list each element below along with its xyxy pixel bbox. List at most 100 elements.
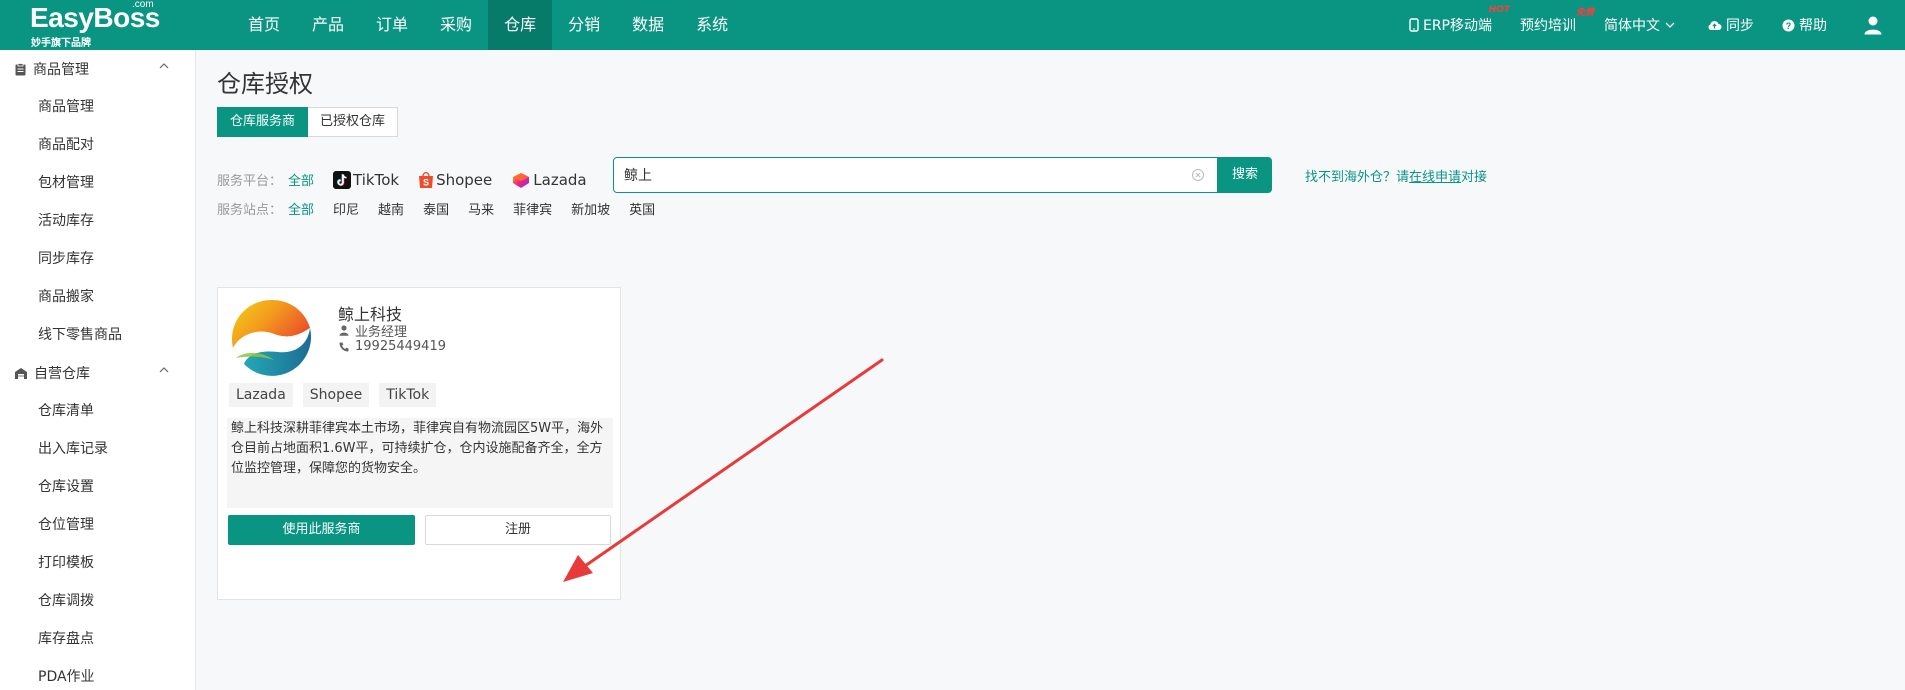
svg-text:S: S [423, 177, 429, 187]
sidebar-item-print-template[interactable]: 打印模板 [0, 544, 195, 582]
sidebar-item-packaging[interactable]: 包材管理 [0, 164, 195, 202]
cloud-upload-icon [1708, 20, 1722, 30]
sidebar-item-product-move[interactable]: 商品搬家 [0, 278, 195, 316]
provider-card: 鲸上科技 业务经理 19925449419 Lazada Shopee TikT… [217, 287, 621, 600]
sidebar-item-promo-stock[interactable]: 活动库存 [0, 202, 195, 240]
language-label: 简体中文 [1604, 18, 1660, 34]
main-nav: 首页 产品 订单 采购 仓库 分销 数据 系统 [232, 0, 744, 50]
sync-button[interactable]: 同步 [1707, 15, 1754, 35]
sidebar-group-label: 商品管理 [33, 62, 89, 78]
platform-option-shopee[interactable]: S Shopee [418, 171, 492, 189]
platform-option-label: TikTok [353, 170, 400, 189]
provider-description: 鲸上科技深耕菲律宾本土市场，菲律宾自有物流园区5W平，海外仓目前占地面积1.6W… [227, 418, 613, 508]
search-tip-suffix: 对接 [1461, 170, 1488, 185]
sync-label: 同步 [1726, 18, 1754, 34]
platform-filter: 服务平台： 全部 TikTok S Shopee Lazada [217, 170, 606, 189]
search-box [613, 157, 1218, 193]
search-tip: 找不到海外仓？请在线申请对接 [1305, 166, 1487, 185]
tab-bar: 仓库服务商 已授权仓库 [217, 107, 399, 137]
sidebar: 商品管理 商品管理 商品配对 包材管理 活动库存 同步库存 商品搬家 线下零售商… [0, 50, 196, 690]
apply-online-link[interactable]: 在线申请 [1409, 170, 1461, 185]
nav-item-home[interactable]: 首页 [232, 0, 296, 50]
user-icon [339, 325, 349, 336]
training-label: 预约培训 [1520, 18, 1576, 34]
sidebar-item-stocktaking[interactable]: 库存盘点 [0, 620, 195, 658]
platform-option-label: Lazada [533, 170, 587, 189]
nav-item-products[interactable]: 产品 [296, 0, 360, 50]
platform-option-all[interactable]: 全部 [288, 170, 314, 189]
sidebar-group-products[interactable]: 商品管理 [0, 50, 195, 88]
platform-option-lazada[interactable]: Lazada [511, 170, 587, 189]
erp-mobile-label: ERP移动端 [1422, 18, 1492, 34]
site-option-singapore[interactable]: 新加坡 [571, 199, 610, 218]
question-circle-icon: ? [1782, 19, 1795, 31]
search-input[interactable] [614, 158, 1191, 192]
help-label: 帮助 [1799, 18, 1827, 34]
provider-logo [231, 299, 312, 376]
topbar-right: ERP移动端 HOT 预约培训 免费 简体中文 同步 ? 帮助 [1409, 0, 1905, 50]
provider-phone: 19925449419 [339, 339, 446, 354]
platform-option-label: Shopee [436, 170, 493, 189]
erp-mobile-link[interactable]: ERP移动端 HOT [1409, 5, 1510, 35]
provider-contact: 业务经理 [339, 321, 407, 340]
sidebar-group-own-warehouse[interactable]: 自营仓库 [0, 354, 195, 392]
warehouse-icon [15, 367, 27, 379]
language-selector[interactable]: 简体中文 [1604, 15, 1679, 35]
tag-tiktok: TikTok [379, 383, 437, 407]
sidebar-item-product-matching[interactable]: 商品配对 [0, 126, 195, 164]
shopee-logo-icon: S [419, 171, 434, 188]
nav-item-system[interactable]: 系统 [680, 0, 744, 50]
nav-item-data[interactable]: 数据 [616, 0, 680, 50]
nav-item-orders[interactable]: 订单 [360, 0, 424, 50]
page-title: 仓库授权 [217, 70, 313, 98]
site-option-all[interactable]: 全部 [288, 199, 314, 218]
training-link[interactable]: 预约培训 免费 [1520, 8, 1594, 35]
site-option-philippines[interactable]: 菲律宾 [513, 199, 552, 218]
platform-option-tiktok[interactable]: TikTok [333, 170, 400, 189]
sidebar-item-warehouse-settings[interactable]: 仓库设置 [0, 468, 195, 506]
brand-com: .com [132, 0, 154, 10]
free-badge: 免费 [1575, 8, 1594, 18]
use-provider-button[interactable]: 使用此服务商 [228, 515, 415, 545]
search-button[interactable]: 搜索 [1218, 157, 1272, 193]
site-option-vietnam[interactable]: 越南 [378, 199, 404, 218]
sidebar-item-product-management[interactable]: 商品管理 [0, 88, 195, 126]
easyboss-logo[interactable]: EasyBoss .com 妙手旗下品牌 [0, 0, 210, 50]
sidebar-item-inout-records[interactable]: 出入库记录 [0, 430, 195, 468]
tag-lazada: Lazada [229, 383, 293, 407]
site-filter-label: 服务站点： [217, 203, 283, 218]
svg-text:?: ? [1786, 21, 1792, 31]
provider-platform-tags: Lazada Shopee TikTok [229, 383, 446, 407]
clipboard-icon [15, 62, 26, 75]
sidebar-item-sync-stock[interactable]: 同步库存 [0, 240, 195, 278]
sidebar-item-location-management[interactable]: 仓位管理 [0, 506, 195, 544]
user-avatar-icon[interactable] [1863, 15, 1883, 35]
nav-item-warehouse[interactable]: 仓库 [488, 0, 553, 50]
site-option-malaysia[interactable]: 马来 [468, 199, 494, 218]
help-button[interactable]: ? 帮助 [1782, 15, 1827, 35]
nav-item-distribution[interactable]: 分销 [552, 0, 616, 50]
top-navigation-bar: EasyBoss .com 妙手旗下品牌 首页 产品 订单 采购 仓库 分销 数… [0, 0, 1905, 50]
site-option-indonesia[interactable]: 印尼 [333, 199, 359, 218]
site-option-thailand[interactable]: 泰国 [423, 199, 449, 218]
tiktok-logo-icon [333, 170, 352, 189]
sidebar-item-pda[interactable]: PDA作业 [0, 658, 195, 690]
tag-shopee: Shopee [302, 383, 370, 407]
register-button[interactable]: 注册 [425, 515, 611, 545]
clear-circle-icon[interactable] [1191, 168, 1205, 182]
provider-contact-label: 业务经理 [355, 325, 408, 340]
sidebar-item-warehouse-transfer[interactable]: 仓库调拨 [0, 582, 195, 620]
tab-warehouse-providers[interactable]: 仓库服务商 [217, 107, 309, 137]
lazada-logo-icon [513, 172, 530, 188]
phone-icon [339, 342, 349, 351]
search-tip-prefix: 找不到海外仓？请 [1305, 170, 1410, 185]
sidebar-item-offline-retail[interactable]: 线下零售商品 [0, 316, 195, 354]
hot-badge: HOT [1488, 5, 1510, 15]
nav-item-purchase[interactable]: 采购 [424, 0, 488, 50]
site-option-uk[interactable]: 英国 [629, 199, 655, 218]
sidebar-item-warehouse-list[interactable]: 仓库清单 [0, 392, 195, 430]
provider-phone-number: 19925449419 [355, 339, 446, 354]
tab-authorized-warehouses[interactable]: 已授权仓库 [308, 107, 399, 137]
mobile-phone-icon [1409, 18, 1419, 32]
brand-subtitle: 妙手旗下品牌 [31, 38, 91, 49]
